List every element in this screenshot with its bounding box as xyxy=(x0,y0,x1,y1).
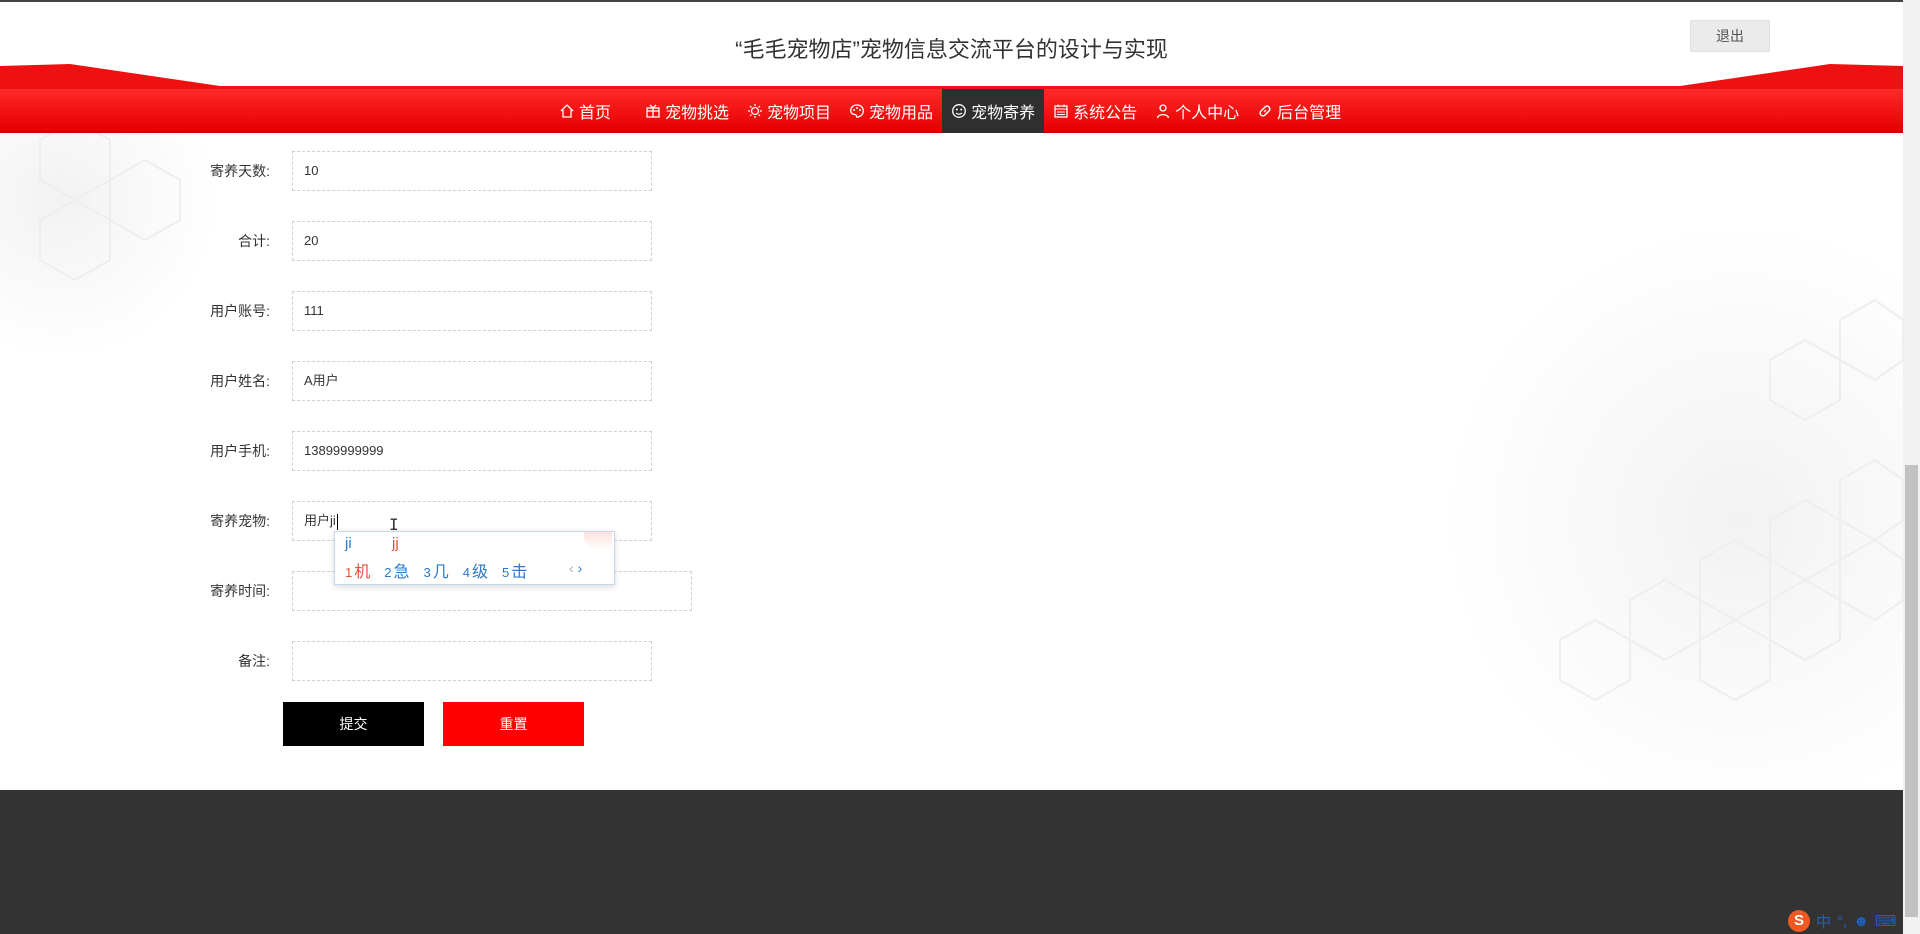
ime-status-tray: S 中 °, ☻ ⌨ xyxy=(1788,910,1903,932)
user-icon xyxy=(1156,104,1170,119)
nav-label: 后台管理 xyxy=(1277,105,1342,122)
field-label: 寄养天数: xyxy=(210,163,270,179)
nav-label: 宠物挑选 xyxy=(665,105,730,122)
ime-candidate[interactable]: 1机 xyxy=(345,558,370,582)
nav-item-pet-boarding[interactable]: 宠物寄养 xyxy=(942,89,1045,133)
boarding-days-input[interactable]: 10 xyxy=(292,151,652,191)
nav-item-announcements[interactable]: 系统公告 xyxy=(1044,89,1146,133)
page-footer xyxy=(0,790,1903,934)
emoji-icon[interactable]: ☻ xyxy=(1853,913,1869,930)
nav-label: 个人中心 xyxy=(1175,105,1240,122)
nav-item-pet-projects[interactable]: 宠物项目 xyxy=(738,89,840,133)
field-label: 寄养宠物: xyxy=(210,513,270,529)
field-label: 用户手机: xyxy=(210,443,270,459)
nav-label: 宠物寄养 xyxy=(971,105,1036,122)
nav-label: 系统公告 xyxy=(1073,105,1138,122)
ime-candidate[interactable]: 4级 xyxy=(463,558,488,582)
field-label: 寄养时间: xyxy=(210,583,270,599)
ime-logo-icon xyxy=(584,532,612,550)
home-icon xyxy=(560,104,574,118)
ime-candidate[interactable]: 5击 xyxy=(502,558,527,582)
nav-label: 宠物项目 xyxy=(767,105,832,122)
field-label: 合计: xyxy=(238,233,270,249)
total-input[interactable]: 20 xyxy=(292,221,652,261)
ime-candidates: 1机 2急 3几 4级 5击 xyxy=(345,558,541,582)
text-caret xyxy=(336,513,338,530)
field-label: 用户账号: xyxy=(210,303,270,319)
ime-candidate[interactable]: 3几 xyxy=(424,558,449,582)
main-nav: 首页 宠物挑选 宠物项目 宠物用品 宠物寄养 系统公告 个人中心 后台管理 xyxy=(0,89,1903,133)
nav-item-home[interactable]: 首页 xyxy=(550,89,620,133)
sogou-ime-logo-icon[interactable]: S xyxy=(1788,910,1810,932)
ime-next-page-icon[interactable]: › xyxy=(578,560,583,576)
header-ribbon xyxy=(0,64,1903,90)
calendar-icon xyxy=(1054,104,1068,118)
nav-item-admin[interactable]: 后台管理 xyxy=(1248,89,1350,133)
site-header: “毛毛宠物店”宠物信息交流平台的设计与实现 退出 xyxy=(0,0,1903,66)
reset-button[interactable]: 重置 xyxy=(443,702,584,746)
nav-label: 宠物用品 xyxy=(869,105,934,122)
field-label: 备注: xyxy=(238,653,270,669)
user-phone-input[interactable]: 13899999999 xyxy=(292,431,652,471)
nav-item-personal-center[interactable]: 个人中心 xyxy=(1146,89,1248,133)
keyboard-icon[interactable]: ⌨ xyxy=(1875,912,1897,930)
ime-language-indicator[interactable]: 中 xyxy=(1816,911,1831,932)
vertical-scrollbar[interactable] xyxy=(1903,0,1920,934)
scrollbar-thumb[interactable] xyxy=(1905,465,1918,917)
ime-composition: ji xyxy=(345,535,352,552)
logout-button[interactable]: 退出 xyxy=(1690,20,1770,52)
user-name-input[interactable]: A用户 xyxy=(292,361,652,401)
ime-hint: jj xyxy=(392,535,399,552)
link-icon xyxy=(1259,105,1271,117)
nav-label: 首页 xyxy=(579,105,612,122)
gift-icon xyxy=(646,104,660,118)
smile-icon xyxy=(952,104,967,118)
user-account-input[interactable]: 111 xyxy=(292,291,652,331)
ime-prev-page-icon[interactable]: ‹ xyxy=(569,560,574,576)
ime-candidate[interactable]: 2急 xyxy=(384,558,409,582)
site-title: “毛毛宠物店”宠物信息交流平台的设计与实现 xyxy=(735,37,1168,62)
nav-item-pet-supplies[interactable]: 宠物用品 xyxy=(840,89,942,133)
boarding-pet-value: 用户ji xyxy=(304,513,336,528)
field-label: 用户姓名: xyxy=(210,373,270,389)
ime-page-arrows: ‹ › xyxy=(569,560,582,576)
nav-item-pet-selection[interactable]: 宠物挑选 xyxy=(636,89,738,133)
ime-candidate-popup: ji jj 1机 2急 3几 4级 5击 ‹ › xyxy=(334,531,615,585)
sun-icon xyxy=(748,104,763,118)
palette-icon xyxy=(850,104,864,118)
ime-punctuation-indicator[interactable]: °, xyxy=(1837,913,1847,930)
remarks-input[interactable] xyxy=(292,641,652,681)
submit-button[interactable]: 提交 xyxy=(283,702,424,746)
